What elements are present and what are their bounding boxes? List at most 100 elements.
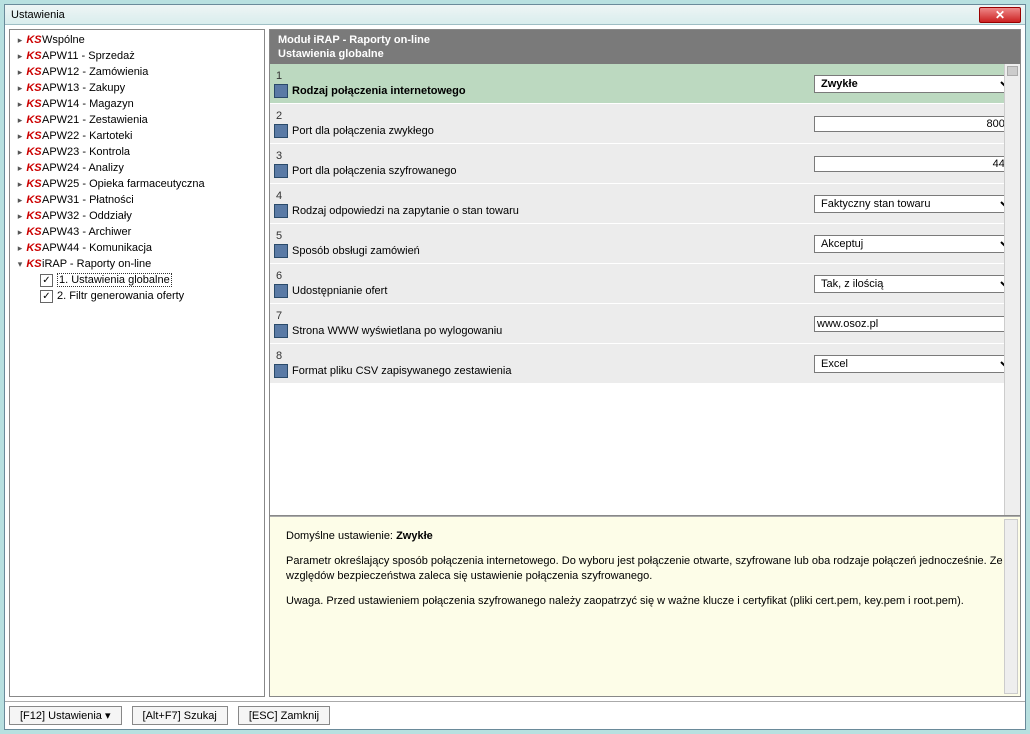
- setting-row[interactable]: 4Rodzaj odpowiedzi na zapytanie o stan t…: [270, 184, 1020, 224]
- setting-row[interactable]: 2Port dla połączenia zwykłego: [270, 104, 1020, 144]
- ks-icon: KS: [26, 209, 42, 223]
- chevron-right-icon[interactable]: ▸: [14, 115, 26, 126]
- tree-sub-item[interactable]: ✓1. Ustawienia globalne: [12, 272, 262, 288]
- ks-icon: KS: [26, 81, 42, 95]
- tree-item[interactable]: ▸KSWspólne: [12, 32, 262, 48]
- chevron-right-icon[interactable]: ▸: [14, 147, 26, 158]
- setting-input[interactable]: [814, 316, 1014, 332]
- chevron-right-icon[interactable]: ▸: [14, 51, 26, 62]
- settings-button[interactable]: [F12] Ustawienia ▾: [9, 706, 122, 725]
- setting-icon: [274, 164, 288, 178]
- setting-icon: [274, 84, 288, 98]
- nav-tree[interactable]: ▸KSWspólne▸KSAPW11 - Sprzedaż▸KSAPW12 - …: [9, 29, 265, 697]
- setting-label: Format pliku CSV zapisywanego zestawieni…: [292, 365, 512, 377]
- setting-row[interactable]: 7Strona WWW wyświetlana po wylogowaniu: [270, 304, 1020, 344]
- tree-item-label: APW24 - Analizy: [42, 162, 124, 174]
- chevron-right-icon[interactable]: ▸: [14, 195, 26, 206]
- setting-label: Udostępnianie ofert: [292, 285, 387, 297]
- tree-item[interactable]: ▸KSAPW14 - Magazyn: [12, 96, 262, 112]
- setting-row[interactable]: 3Port dla połączenia szyfrowanego: [270, 144, 1020, 184]
- tree-item-label: APW12 - Zamówienia: [42, 66, 148, 78]
- tree-item-label: APW11 - Sprzedaż: [42, 50, 135, 62]
- close-footer-button[interactable]: [ESC] Zamknij: [238, 706, 330, 725]
- chevron-right-icon[interactable]: ▸: [14, 163, 26, 174]
- setting-select[interactable]: Excel: [814, 355, 1014, 373]
- close-icon: ✕: [995, 9, 1005, 21]
- setting-select[interactable]: Faktyczny stan towaru: [814, 195, 1014, 213]
- setting-label: Strona WWW wyświetlana po wylogowaniu: [292, 325, 502, 337]
- scroll-thumb[interactable]: [1007, 66, 1018, 76]
- tree-item[interactable]: ▸KSAPW21 - Zestawienia: [12, 112, 262, 128]
- chevron-right-icon[interactable]: ▸: [14, 179, 26, 190]
- tree-sub-item[interactable]: ✓2. Filtr generowania oferty: [12, 288, 262, 304]
- tree-item[interactable]: ▸KSAPW44 - Komunikacja: [12, 240, 262, 256]
- chevron-right-icon[interactable]: ▸: [14, 99, 26, 110]
- setting-row[interactable]: 1Rodzaj połączenia internetowegoZwykłe: [270, 64, 1020, 104]
- setting-icon: [274, 364, 288, 378]
- ks-icon: KS: [26, 177, 42, 191]
- setting-row[interactable]: 6Udostępnianie ofertTak, z ilością: [270, 264, 1020, 304]
- description-p1: Parametr określający sposób połączenia i…: [286, 554, 1004, 584]
- ks-icon: KS: [26, 241, 42, 255]
- setting-row[interactable]: 8 Format pliku CSV zapisywanego zestawien…: [270, 344, 1020, 384]
- setting-row[interactable]: 5Sposób obsługi zamówieńAkceptuj: [270, 224, 1020, 264]
- chevron-right-icon[interactable]: ▸: [14, 211, 26, 222]
- tree-item-label: Wspólne: [42, 34, 85, 46]
- ks-icon: KS: [26, 33, 42, 47]
- header-line2: Ustawienia globalne: [278, 47, 1012, 61]
- ks-icon: KS: [26, 257, 42, 271]
- row-number: 8: [274, 350, 814, 362]
- tree-item-label: APW14 - Magazyn: [42, 98, 134, 110]
- close-button[interactable]: ✕: [979, 7, 1021, 23]
- tree-item-label: APW23 - Kontrola: [42, 146, 130, 158]
- setting-icon: [274, 124, 288, 138]
- tree-item[interactable]: ▾KSiRAP - Raporty on-line: [12, 256, 262, 272]
- tree-item[interactable]: ▸KSAPW31 - Płatności: [12, 192, 262, 208]
- setting-label: Sposób obsługi zamówień: [292, 245, 420, 257]
- row-number: 3: [274, 150, 814, 162]
- ks-icon: KS: [26, 161, 42, 175]
- tree-item-label: APW22 - Kartoteki: [42, 130, 132, 142]
- scrollbar[interactable]: [1004, 64, 1020, 515]
- tree-item[interactable]: ▸KSAPW22 - Kartoteki: [12, 128, 262, 144]
- chevron-right-icon[interactable]: ▸: [14, 67, 26, 78]
- settings-list: 1Rodzaj połączenia internetowegoZwykłe2P…: [270, 64, 1020, 516]
- tree-item-label: APW25 - Opieka farmaceutyczna: [42, 178, 205, 190]
- setting-select[interactable]: Akceptuj: [814, 235, 1014, 253]
- setting-input[interactable]: [814, 116, 1014, 132]
- ks-icon: KS: [26, 97, 42, 111]
- tree-item[interactable]: ▸KSAPW12 - Zamówienia: [12, 64, 262, 80]
- header-line1: Moduł iRAP - Raporty on-line: [278, 33, 1012, 47]
- setting-select[interactable]: Zwykłe: [814, 75, 1014, 93]
- tree-item[interactable]: ▸KSAPW23 - Kontrola: [12, 144, 262, 160]
- tree-item[interactable]: ▸KSAPW43 - Archiwer: [12, 224, 262, 240]
- chevron-right-icon[interactable]: ▸: [14, 227, 26, 238]
- default-setting-line: Domyślne ustawienie: Zwykłe: [286, 529, 1004, 544]
- tree-item-label: APW21 - Zestawienia: [42, 114, 148, 126]
- description-panel: Domyślne ustawienie: Zwykłe Parametr okr…: [270, 516, 1020, 696]
- chevron-right-icon[interactable]: ▸: [14, 83, 26, 94]
- ks-icon: KS: [26, 65, 42, 79]
- setting-icon: [274, 284, 288, 298]
- tree-item-label: APW32 - Oddziały: [42, 210, 132, 222]
- chevron-right-icon[interactable]: ▸: [14, 243, 26, 254]
- chevron-down-icon[interactable]: ▾: [14, 259, 26, 270]
- setting-icon: [274, 204, 288, 218]
- tree-item[interactable]: ▸KSAPW13 - Zakupy: [12, 80, 262, 96]
- tree-item[interactable]: ▸KSAPW25 - Opieka farmaceutyczna: [12, 176, 262, 192]
- chevron-right-icon[interactable]: ▸: [14, 35, 26, 46]
- tree-item[interactable]: ▸KSAPW32 - Oddziały: [12, 208, 262, 224]
- tree-sub-label: 2. Filtr generowania oferty: [57, 290, 184, 302]
- tree-item-label: APW13 - Zakupy: [42, 82, 125, 94]
- ks-icon: KS: [26, 129, 42, 143]
- tree-item[interactable]: ▸KSAPW24 - Analizy: [12, 160, 262, 176]
- setting-input[interactable]: [814, 156, 1014, 172]
- search-button[interactable]: [Alt+F7] Szukaj: [132, 706, 228, 725]
- checkbox-icon: ✓: [40, 274, 53, 287]
- chevron-right-icon[interactable]: ▸: [14, 131, 26, 142]
- tree-item[interactable]: ▸KSAPW11 - Sprzedaż: [12, 48, 262, 64]
- scrollbar[interactable]: [1004, 519, 1018, 694]
- setting-select[interactable]: Tak, z ilością: [814, 275, 1014, 293]
- settings-window: Ustawienia ✕ ▸KSWspólne▸KSAPW11 - Sprzed…: [4, 4, 1026, 730]
- setting-label: Rodzaj odpowiedzi na zapytanie o stan to…: [292, 205, 519, 217]
